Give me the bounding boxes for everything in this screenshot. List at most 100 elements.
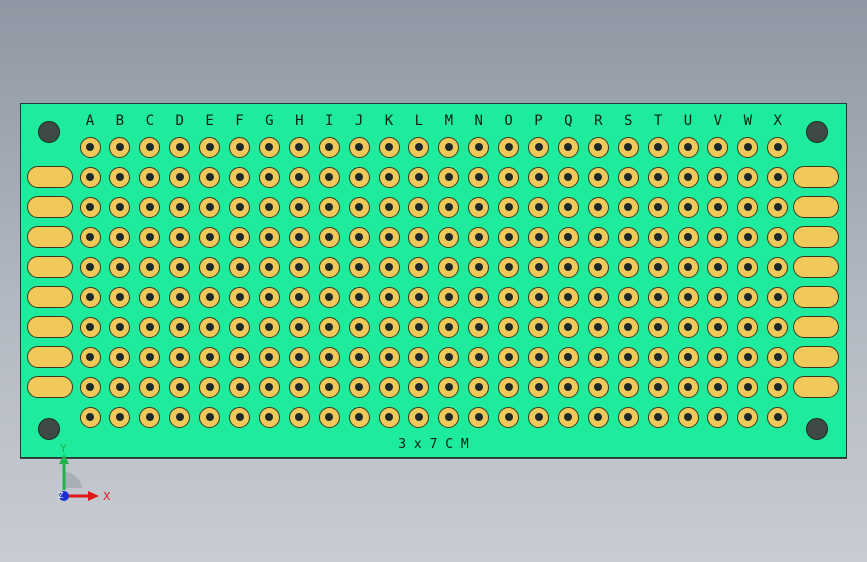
pad-g10 (258, 406, 280, 428)
pad-l2 (408, 166, 430, 188)
pad-k5 (378, 256, 400, 278)
pad-l9 (408, 376, 430, 398)
column-label-n: N (474, 113, 483, 129)
pad-s4 (617, 226, 639, 248)
pad-x10 (767, 406, 789, 428)
pad-l4 (408, 226, 430, 248)
pad-j6 (348, 286, 370, 308)
side-pad-left-2 (27, 196, 73, 218)
pad-u3 (677, 196, 699, 218)
column-label-g: G (265, 113, 274, 129)
cad-viewport[interactable]: A B C D E F G H I J K L M N O P Q R S T U V W X 3 x 7 C M Y X Z (0, 0, 867, 562)
mounting-hole-2 (806, 121, 828, 143)
pad-o6 (498, 286, 520, 308)
column-label-t: T (653, 113, 663, 129)
side-pad-left-5 (27, 286, 73, 308)
pad-l8 (408, 346, 430, 368)
pad-d2 (169, 166, 191, 188)
pad-t5 (647, 256, 669, 278)
pad-i7 (318, 316, 340, 338)
column-label-w: W (743, 113, 753, 129)
side-pad-right-1 (793, 166, 839, 188)
column-label-p: P (534, 113, 543, 129)
pad-e8 (199, 346, 221, 368)
side-pad-left-3 (27, 226, 73, 248)
side-pad-right-8 (793, 376, 839, 398)
pad-c5 (139, 256, 161, 278)
pad-w7 (737, 316, 759, 338)
pad-n1 (468, 136, 490, 158)
pad-n3 (468, 196, 490, 218)
pad-w10 (737, 406, 759, 428)
pad-e5 (199, 256, 221, 278)
pad-o3 (498, 196, 520, 218)
pad-d7 (169, 316, 191, 338)
pad-c6 (139, 286, 161, 308)
pad-u8 (677, 346, 699, 368)
pad-w6 (737, 286, 759, 308)
pad-a8 (79, 346, 101, 368)
side-pad-right-7 (793, 346, 839, 368)
axis-triad[interactable]: Y X Z (48, 438, 118, 508)
column-label-q: Q (564, 113, 573, 129)
pad-j4 (348, 226, 370, 248)
mounting-hole-1 (38, 121, 60, 143)
pad-c2 (139, 166, 161, 188)
pad-b7 (109, 316, 131, 338)
pad-e7 (199, 316, 221, 338)
perfboard[interactable]: A B C D E F G H I J K L M N O P Q R S T U V W X 3 x 7 C M (20, 103, 847, 458)
pad-c4 (139, 226, 161, 248)
pad-q6 (557, 286, 579, 308)
pad-u1 (677, 136, 699, 158)
pad-p10 (528, 406, 549, 428)
pad-w8 (737, 346, 759, 368)
mounting-hole-3 (38, 418, 60, 440)
pad-q2 (557, 166, 579, 188)
pad-c8 (139, 346, 161, 368)
pad-b3 (109, 196, 131, 218)
column-label-i: I (324, 113, 334, 129)
pad-h8 (288, 346, 310, 368)
pad-n2 (468, 166, 490, 188)
pad-h5 (288, 256, 310, 278)
pad-q10 (557, 406, 579, 428)
pad-i6 (318, 286, 340, 308)
pad-h9 (288, 376, 310, 398)
column-label-v: V (713, 113, 723, 129)
pad-p4 (528, 226, 549, 248)
pad-q4 (557, 226, 579, 248)
side-pad-right-5 (793, 286, 839, 308)
pad-x2 (767, 166, 789, 188)
pad-g5 (258, 256, 280, 278)
column-label-b: B (115, 113, 125, 129)
column-label-a: A (85, 113, 95, 129)
pad-r9 (587, 376, 609, 398)
pad-q9 (557, 376, 579, 398)
pad-r6 (587, 286, 609, 308)
pad-r4 (587, 226, 609, 248)
pad-w9 (737, 376, 759, 398)
pad-q8 (557, 346, 579, 368)
pad-j3 (348, 196, 370, 218)
pad-l7 (408, 316, 430, 338)
pad-k3 (378, 196, 400, 218)
pad-p1 (528, 136, 549, 158)
pad-n6 (468, 286, 490, 308)
pad-l3 (408, 196, 430, 218)
pad-v3 (707, 196, 729, 218)
x-axis-label: X (103, 490, 111, 503)
pad-i1 (318, 136, 340, 158)
pad-o7 (498, 316, 520, 338)
pad-t2 (647, 166, 669, 188)
pad-v2 (707, 166, 729, 188)
pad-w2 (737, 166, 759, 188)
pad-h7 (288, 316, 310, 338)
column-label-x: X (773, 113, 782, 129)
pad-a10 (79, 406, 101, 428)
pad-a3 (79, 196, 101, 218)
pad-x5 (767, 256, 789, 278)
pad-c9 (139, 376, 161, 398)
pad-j2 (348, 166, 370, 188)
pad-j9 (348, 376, 370, 398)
pad-u9 (677, 376, 699, 398)
